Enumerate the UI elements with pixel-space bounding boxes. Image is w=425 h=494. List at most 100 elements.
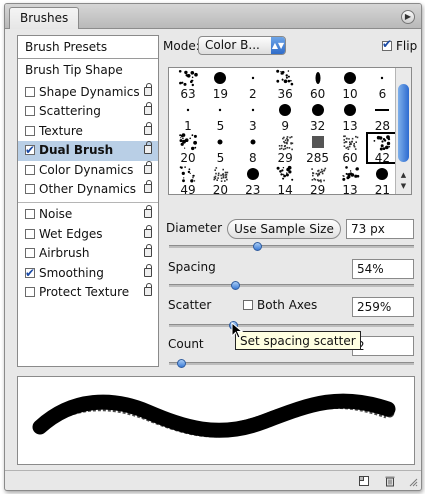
- brush-preset[interactable]: 28: [366, 100, 398, 132]
- scroll-up-icon[interactable]: ▲: [396, 171, 411, 181]
- brush-preset[interactable]: 10: [334, 68, 366, 100]
- lock-icon[interactable]: [144, 121, 152, 135]
- lock-icon[interactable]: [144, 83, 152, 96]
- count-field[interactable]: 2: [352, 336, 414, 356]
- checkbox-icon[interactable]: [25, 87, 35, 97]
- brush-preset[interactable]: 32: [302, 100, 334, 132]
- brush-preset[interactable]: 2: [237, 68, 269, 100]
- resize-grip-icon[interactable]: [408, 477, 418, 487]
- sidebar-item-protect-texture[interactable]: Protect Texture: [18, 282, 158, 302]
- lock-icon[interactable]: [144, 263, 152, 277]
- brush-preset[interactable]: 60: [334, 132, 366, 164]
- sidebar-item-wet-edges[interactable]: Wet Edges: [18, 224, 158, 244]
- brush-tip-icon: [310, 167, 326, 183]
- sidebar-item-dual-brush[interactable]: Dual Brush: [18, 141, 158, 161]
- sidebar-item-airbrush[interactable]: Airbrush: [18, 244, 158, 263]
- brush-tip-shape-item[interactable]: Brush Tip Shape: [18, 59, 158, 83]
- panel-menu-icon[interactable]: ▶: [401, 10, 415, 24]
- brush-tip-icon: [246, 168, 259, 180]
- flip-checkbox[interactable]: Flip: [382, 37, 417, 53]
- brush-tip-icon: [186, 108, 190, 112]
- brush-tip-icon: [278, 136, 294, 151]
- brush-preset[interactable]: 9: [269, 100, 301, 132]
- new-brush-icon[interactable]: [358, 475, 370, 487]
- diameter-slider[interactable]: [169, 242, 414, 251]
- scatter-field[interactable]: 259%: [352, 297, 414, 317]
- brush-size-label: 49: [180, 183, 196, 195]
- spacing-field[interactable]: 54%: [352, 259, 414, 279]
- brush-size-label: 10: [342, 87, 358, 101]
- brush-preset[interactable]: 6: [366, 68, 398, 100]
- brush-preset[interactable]: 29: [302, 164, 334, 194]
- brush-preset[interactable]: 20: [172, 132, 204, 164]
- brush-preset[interactable]: 63: [172, 68, 204, 100]
- brush-preset[interactable]: 29: [269, 132, 301, 164]
- brush-preset[interactable]: 21: [366, 164, 398, 195]
- count-slider[interactable]: [169, 359, 414, 368]
- sidebar-item-texture[interactable]: Texture: [18, 121, 158, 141]
- diameter-field[interactable]: 73 px: [346, 219, 414, 239]
- use-sample-size-button[interactable]: Use Sample Size: [227, 219, 341, 239]
- scroll-thumb[interactable]: [398, 84, 409, 162]
- brush-preset[interactable]: 60: [302, 68, 334, 100]
- brush-preset[interactable]: 13: [334, 100, 366, 132]
- brush-preset[interactable]: 49: [172, 164, 204, 195]
- brush-preset[interactable]: 14: [269, 164, 301, 194]
- lock-icon[interactable]: [144, 244, 152, 258]
- checkbox-icon[interactable]: [25, 286, 35, 297]
- lock-icon[interactable]: [144, 102, 152, 116]
- both-axes-label: Both Axes: [257, 298, 318, 312]
- stroke-preview: [17, 376, 415, 465]
- sidebar-item-color-dynamics[interactable]: Color Dynamics: [18, 160, 158, 180]
- sidebar-item-noise[interactable]: Noise: [18, 205, 158, 224]
- sidebar-item-smoothing[interactable]: Smoothing: [18, 263, 158, 283]
- tab-brushes[interactable]: Brushes: [9, 7, 80, 29]
- sidebar-item-shape-dynamics[interactable]: Shape Dynamics: [18, 83, 158, 102]
- brush-preset[interactable]: 285: [302, 132, 334, 164]
- count-slider-knob[interactable]: [177, 359, 187, 368]
- brush-presets-item[interactable]: Brush Presets: [18, 36, 158, 59]
- lock-icon[interactable]: [144, 160, 152, 174]
- diameter-slider-knob[interactable]: [253, 242, 263, 251]
- checkbox-icon[interactable]: [25, 264, 35, 283]
- lock-icon[interactable]: [144, 282, 152, 296]
- brush-tip-icon: [311, 104, 324, 116]
- lock-icon[interactable]: [144, 205, 152, 219]
- spacing-slider-knob[interactable]: [231, 281, 241, 290]
- brush-preset[interactable]: 19: [204, 68, 236, 100]
- checkbox-icon[interactable]: [25, 164, 35, 175]
- checkbox-icon[interactable]: [25, 228, 35, 239]
- mode-select[interactable]: Color B... ▲▼: [198, 36, 286, 55]
- brush-size-label: 21: [374, 183, 391, 195]
- sidebar-item-other-dynamics[interactable]: Other Dynamics: [18, 179, 158, 199]
- brush-preset[interactable]: 20: [204, 164, 236, 194]
- checkbox-icon[interactable]: [25, 183, 35, 194]
- lock-icon[interactable]: [144, 141, 152, 155]
- brush-preset[interactable]: 3: [237, 100, 269, 132]
- brush-preset[interactable]: 8: [237, 132, 269, 164]
- brush-preset[interactable]: 23: [237, 164, 269, 194]
- sidebar-item-label: Texture: [39, 123, 83, 138]
- scatter-slider[interactable]: [169, 321, 414, 330]
- checkbox-icon[interactable]: [25, 106, 35, 117]
- delete-brush-icon[interactable]: [384, 475, 396, 487]
- both-axes-checkbox[interactable]: Both Axes: [243, 298, 317, 312]
- brush-preset[interactable]: 13: [334, 164, 366, 194]
- checkbox-icon[interactable]: [25, 141, 35, 160]
- sidebar-item-scattering[interactable]: Scattering: [18, 102, 158, 121]
- scatter-label: Scatter: [168, 298, 212, 312]
- brush-preset[interactable]: 5: [204, 100, 236, 132]
- checkbox-icon[interactable]: [25, 248, 35, 259]
- checkbox-icon[interactable]: [25, 125, 35, 136]
- lock-icon[interactable]: [144, 179, 152, 193]
- brush-preset[interactable]: 36: [269, 68, 301, 100]
- spacing-slider[interactable]: [169, 281, 414, 290]
- brush-size-label: 63: [180, 87, 196, 101]
- lock-icon[interactable]: [144, 224, 152, 238]
- brush-preset[interactable]: 42: [366, 132, 399, 164]
- preset-scrollbar[interactable]: ▲ ▼: [395, 68, 411, 194]
- brush-preset[interactable]: 1: [172, 100, 204, 132]
- checkbox-icon[interactable]: [25, 209, 35, 220]
- brush-preset[interactable]: 5: [204, 132, 236, 164]
- scroll-down-icon[interactable]: ▼: [396, 182, 411, 192]
